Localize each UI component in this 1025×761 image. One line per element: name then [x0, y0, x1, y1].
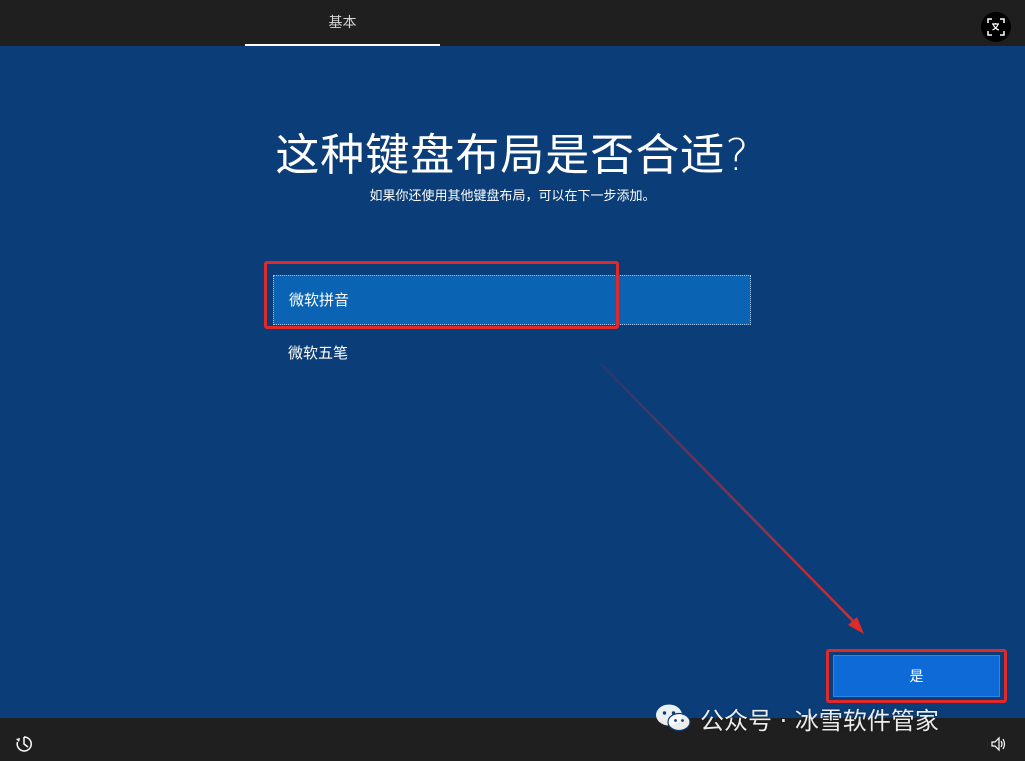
wechat-icon	[656, 704, 691, 732]
ease-of-access-icon[interactable]	[14, 734, 34, 754]
volume-icon[interactable]	[990, 736, 1006, 752]
translate-icon	[987, 18, 1005, 36]
main-content: 这种键盘布局是否合适? 如果你还使用其他键盘布局，可以在下一步添加。 微软拼音 …	[0, 46, 1025, 718]
tab-basic-label: 基本	[328, 15, 357, 31]
annotation-highlight-button	[826, 649, 1007, 703]
watermark: 公众号 · 冰雪软件管家	[654, 700, 939, 736]
translate-button[interactable]	[981, 12, 1011, 42]
top-bar: 基本	[0, 0, 1025, 46]
watermark-text: 公众号 · 冰雪软件管家	[700, 706, 939, 735]
annotation-arrow	[600, 363, 864, 634]
tab-basic[interactable]: 基本	[245, 0, 440, 46]
